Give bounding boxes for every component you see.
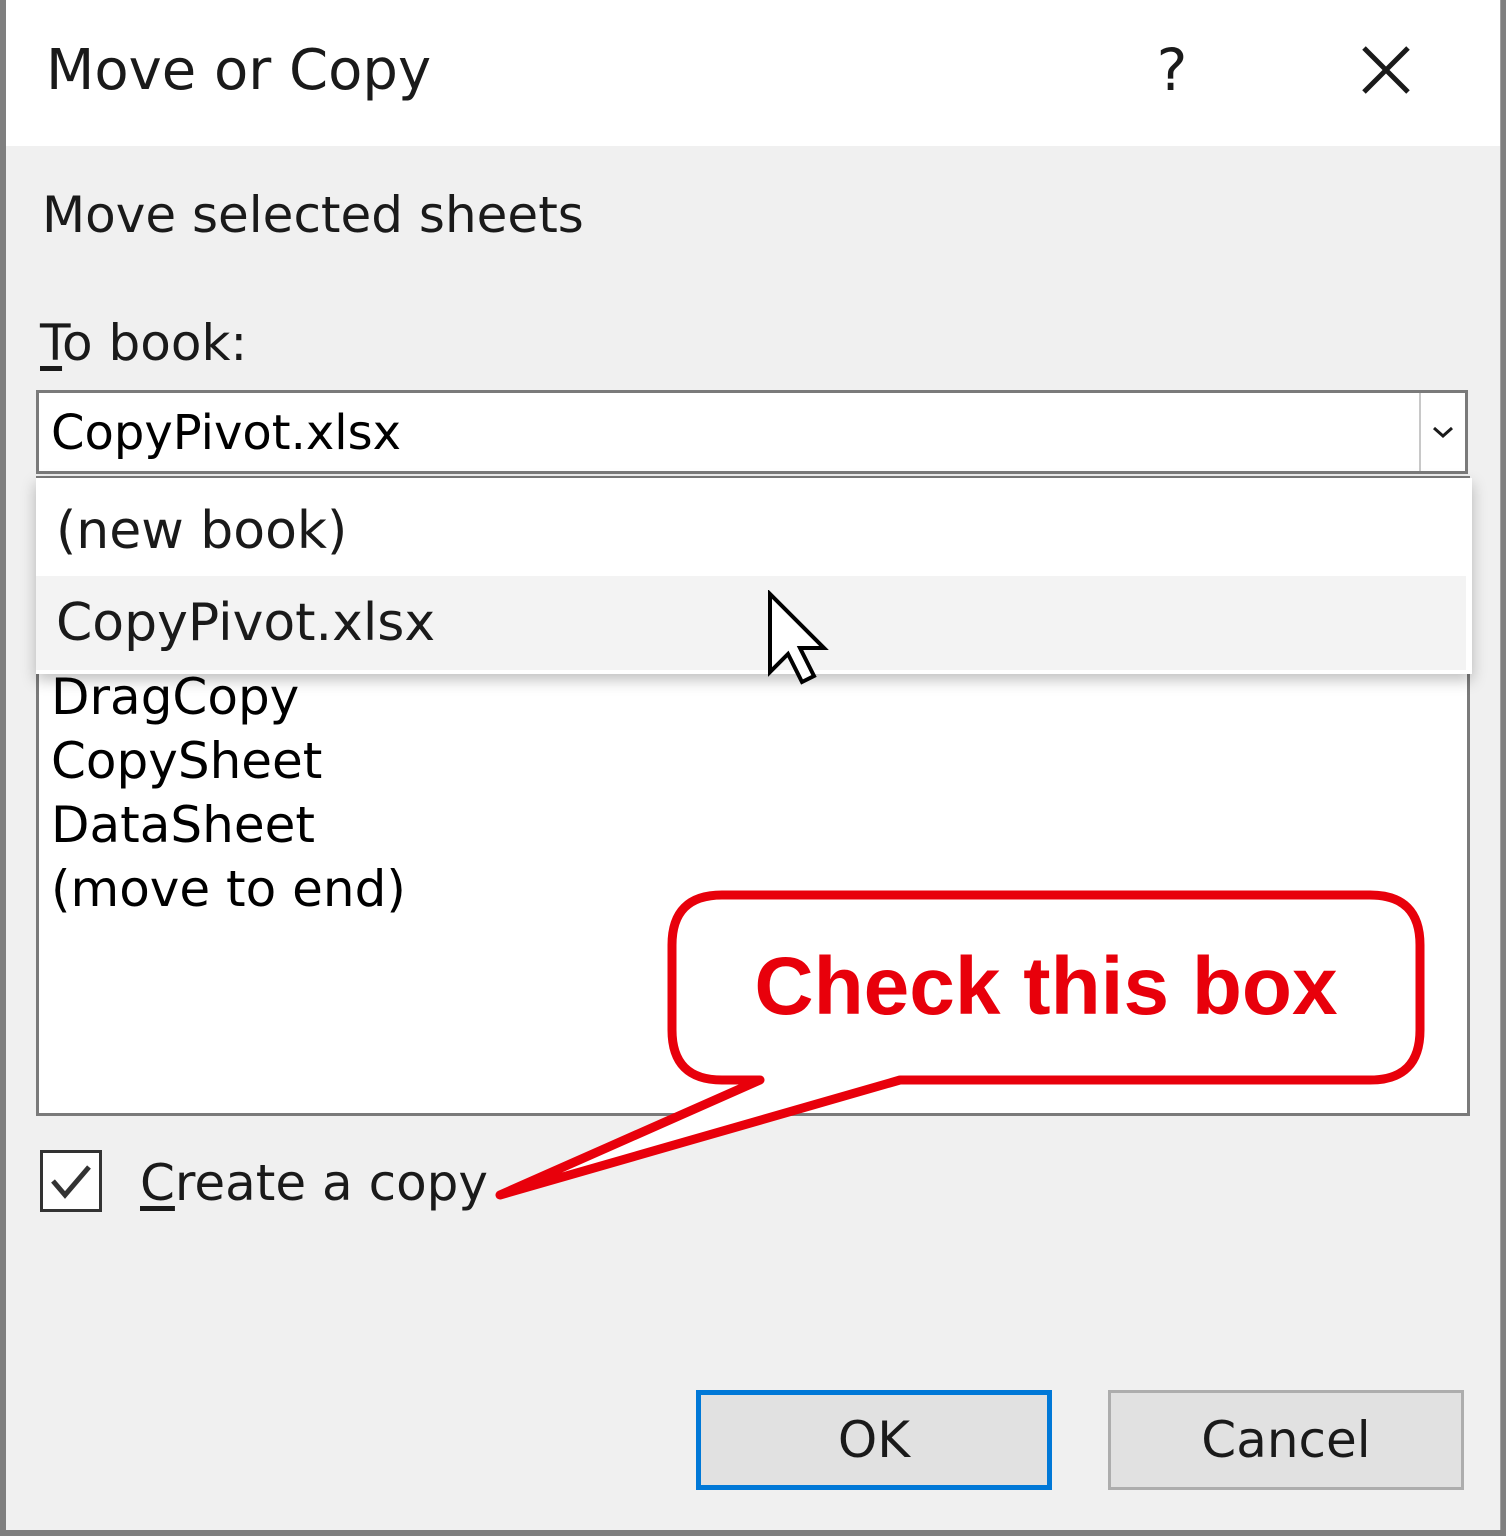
list-item[interactable]: DragCopy (51, 665, 299, 729)
dialog-title: Move or Copy (46, 38, 432, 103)
mouse-pointer-icon (768, 590, 829, 685)
create-copy-label[interactable]: Create a copy (140, 1154, 488, 1212)
close-icon (1362, 46, 1410, 94)
to-book-combobox[interactable]: CopyPivot.xlsx (36, 390, 1468, 474)
checkmark-icon (51, 1165, 91, 1199)
ok-button[interactable]: OK (696, 1390, 1052, 1490)
to-book-value: CopyPivot.xlsx (51, 405, 401, 461)
create-copy-accel: C (140, 1154, 175, 1212)
title-bar: Move or Copy ? (6, 0, 1500, 146)
to-book-accel: T (40, 314, 63, 372)
dropdown-option-new-book[interactable]: (new book) (36, 484, 1466, 578)
dropdown-option-copypivot[interactable]: CopyPivot.xlsx (36, 576, 1466, 670)
to-book-label-text: o book: (62, 314, 248, 372)
create-copy-checkbox[interactable] (40, 1150, 102, 1212)
list-item[interactable]: DataSheet (51, 793, 315, 857)
list-item[interactable]: CopySheet (51, 729, 322, 793)
chevron-down-icon (1433, 426, 1453, 439)
to-book-label: To book: (40, 314, 247, 372)
list-item[interactable]: (move to end) (51, 857, 406, 921)
to-book-dropdown-list: (new book) CopyPivot.xlsx (36, 478, 1472, 674)
callout-text: Check this box (754, 941, 1338, 1032)
dropdown-button[interactable] (1419, 393, 1465, 471)
move-selected-sheets-label: Move selected sheets (42, 186, 584, 244)
help-button[interactable]: ? (1132, 30, 1212, 110)
create-copy-label-text: reate a copy (174, 1154, 488, 1212)
cancel-button[interactable]: Cancel (1108, 1390, 1464, 1490)
close-button[interactable] (1346, 30, 1426, 110)
move-or-copy-dialog: Move or Copy ? Move selected sheets To b… (6, 0, 1501, 1530)
